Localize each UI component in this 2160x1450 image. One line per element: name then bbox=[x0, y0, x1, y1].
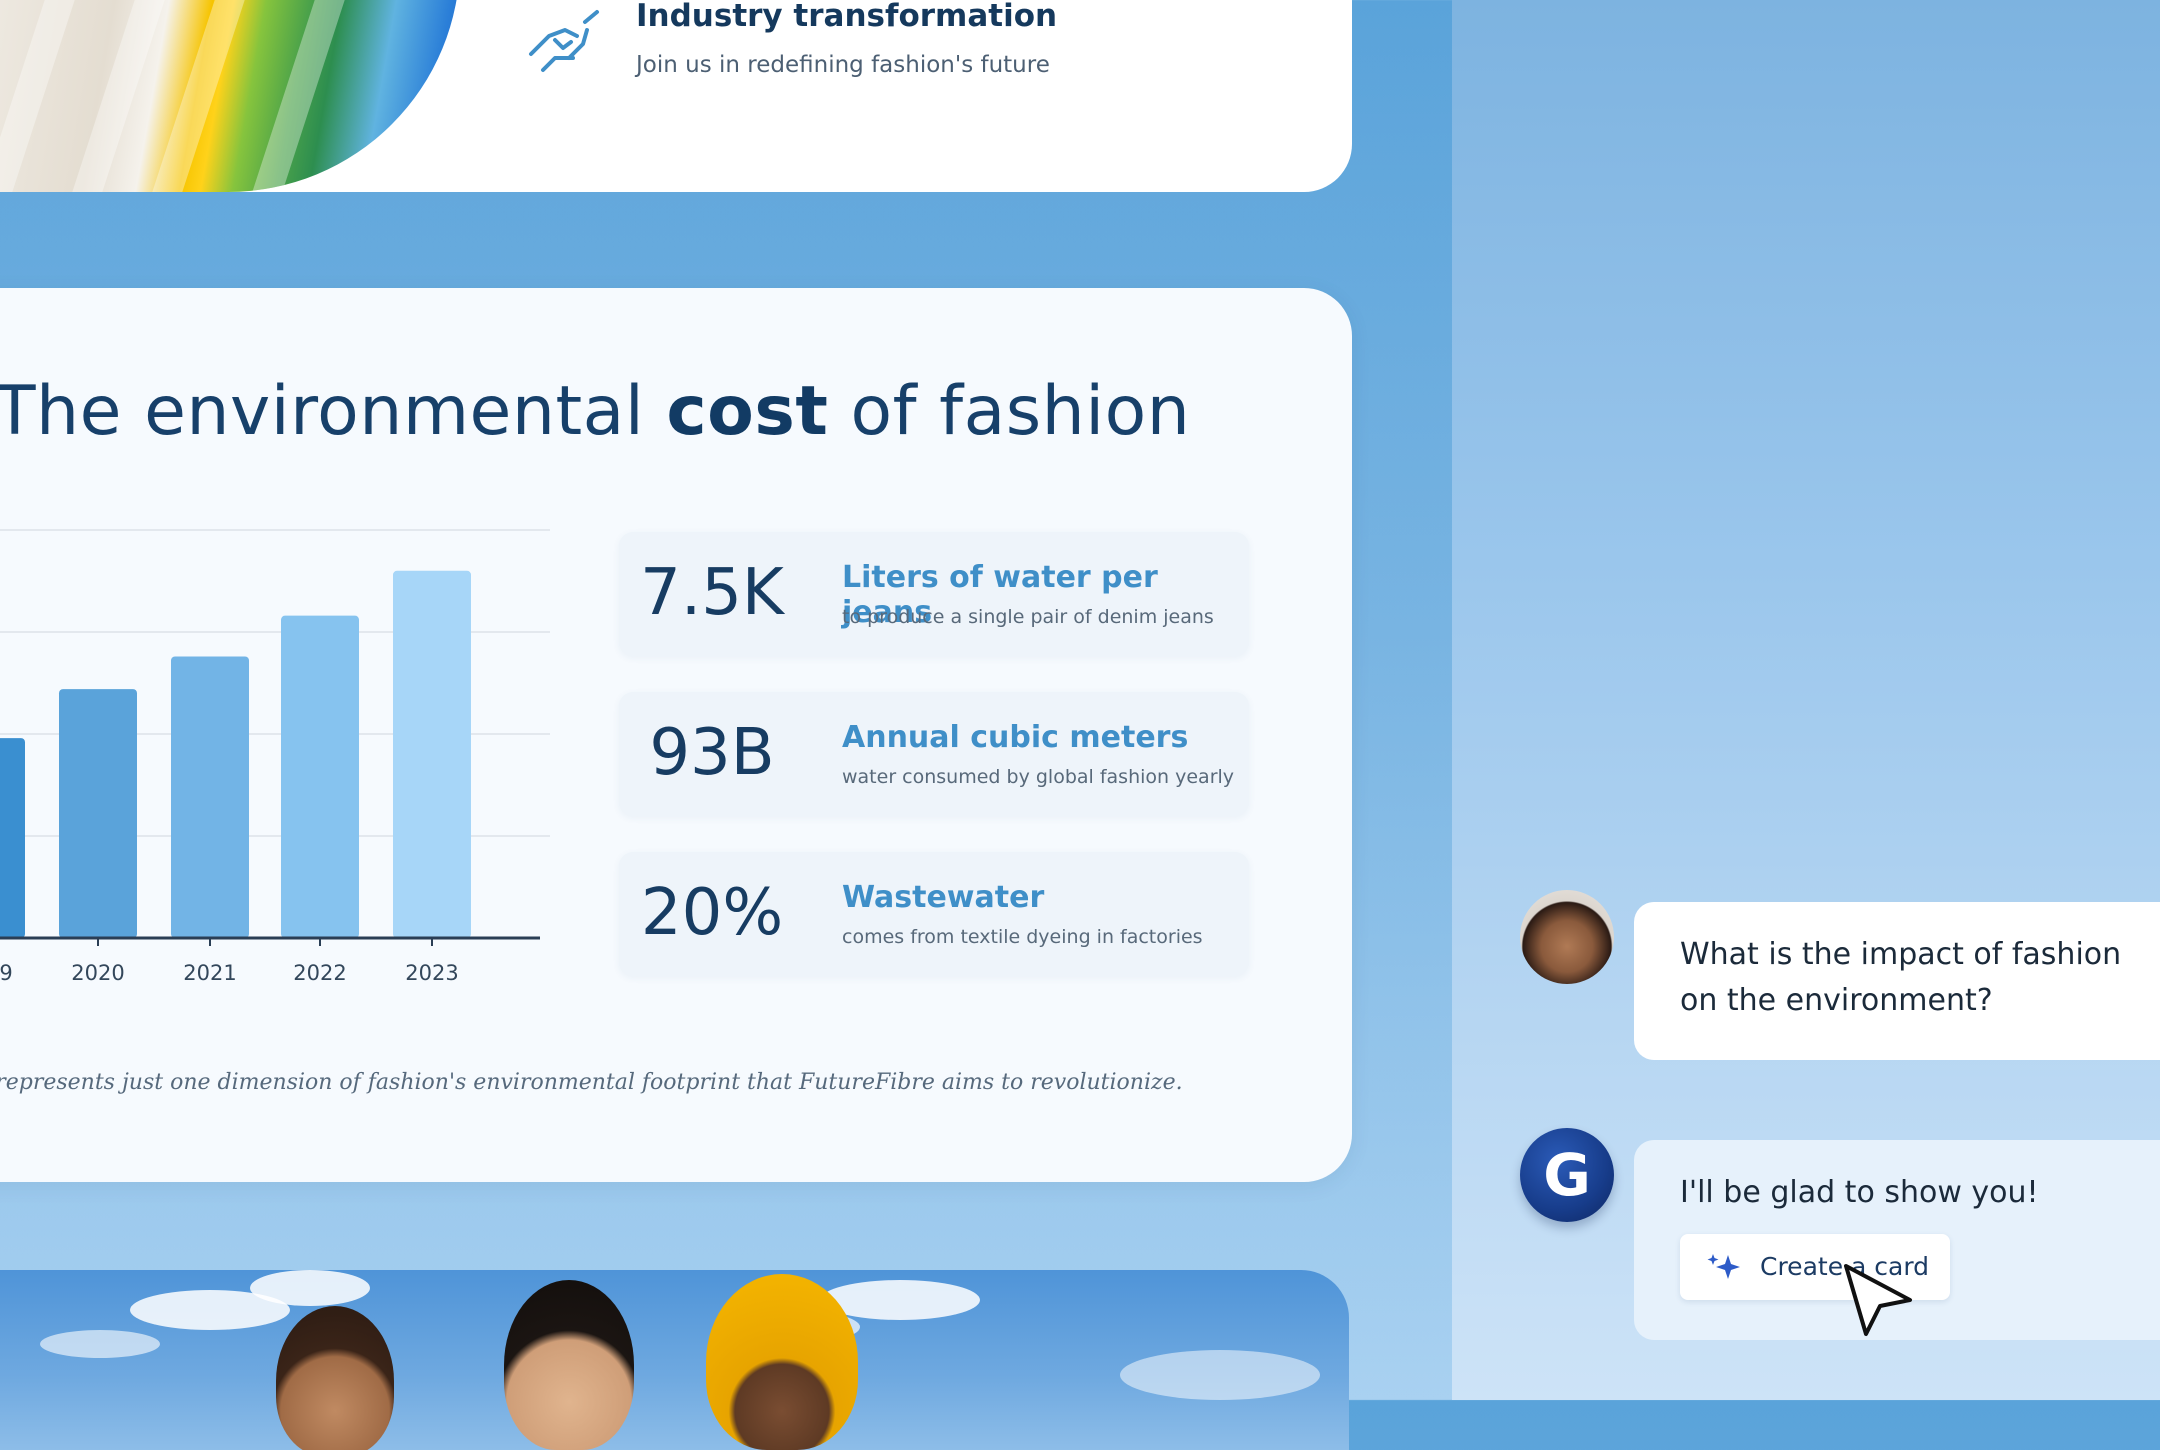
people-photo-card bbox=[0, 1270, 1349, 1450]
assistant-message-text: I'll be glad to show you! bbox=[1680, 1175, 2039, 1210]
x-tick-label: 2021 bbox=[183, 961, 236, 985]
stat-card-water-per-jeans: 7.5K Liters of water per jeans to produc… bbox=[619, 532, 1249, 656]
bar-2022 bbox=[281, 615, 359, 938]
assistant-avatar: G bbox=[1520, 1128, 1614, 1222]
stat-value: 7.5K bbox=[640, 556, 784, 630]
x-tick-label: 2019 bbox=[0, 961, 13, 985]
x-tick-label: 2023 bbox=[405, 961, 458, 985]
footnote: age represents just one dimension of fas… bbox=[0, 1070, 1183, 1095]
x-tick-label: 2022 bbox=[293, 961, 346, 985]
stat-value: 20% bbox=[640, 876, 784, 950]
stat-card-annual-cubic-meters: 93B Annual cubic meters water consumed b… bbox=[619, 692, 1249, 816]
stat-value: 93B bbox=[649, 716, 775, 790]
stat-label: Wastewater bbox=[842, 880, 1045, 915]
mouse-cursor-icon bbox=[1844, 1264, 1912, 1336]
handshake-icon bbox=[529, 10, 599, 72]
bar-2023 bbox=[393, 570, 471, 938]
stat-description: comes from textile dyeing in factories bbox=[842, 926, 1203, 948]
person-photo bbox=[706, 1274, 858, 1450]
bar-chart: 2019 2020 2021 2022 2023 bbox=[0, 529, 550, 985]
sparkle-icon bbox=[1707, 1254, 1740, 1279]
card-headline: The environmental cost of fashion bbox=[0, 372, 1191, 451]
user-message-bubble: What is the impact of fashion on the env… bbox=[1634, 902, 2160, 1060]
fabric-image bbox=[0, 0, 460, 192]
person-photo bbox=[504, 1280, 634, 1450]
bar-2020 bbox=[59, 689, 137, 938]
stat-card-wastewater: 20% Wastewater comes from textile dyeing… bbox=[619, 852, 1249, 976]
bar-2019 bbox=[0, 738, 25, 938]
x-tick-label: 2020 bbox=[71, 961, 124, 985]
user-avatar bbox=[1520, 890, 1614, 984]
environmental-cost-card: The environmental cost of fashion 201920… bbox=[0, 288, 1352, 1182]
stat-description: water consumed by global fashion yearly bbox=[842, 766, 1235, 788]
person-photo bbox=[276, 1306, 394, 1450]
stat-label: Annual cubic meters bbox=[842, 720, 1189, 755]
bar-2021 bbox=[171, 656, 249, 938]
card-title: Industry transformation bbox=[636, 0, 1058, 34]
user-message-text: What is the impact of fashion on the env… bbox=[1680, 937, 2122, 1018]
industry-transformation-card[interactable]: Industry transformation Join us in redef… bbox=[0, 0, 1352, 192]
stat-description: to produce a single pair of denim jeans bbox=[842, 606, 1214, 628]
card-subtitle: Join us in redefining fashion's future bbox=[636, 52, 1050, 78]
